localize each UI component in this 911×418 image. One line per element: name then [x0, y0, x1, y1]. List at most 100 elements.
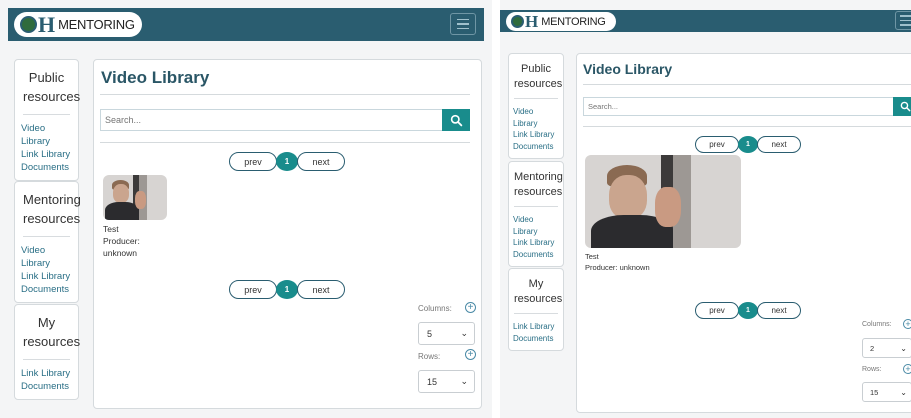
sidebar-my-resources: My resources Link Library Documents [14, 304, 80, 400]
sidebar-link-documents[interactable]: Documents [513, 333, 559, 345]
sidebar-link-documents[interactable]: Documents [21, 283, 72, 296]
plus-circle-icon[interactable]: + [465, 302, 476, 313]
logo-mark: H [511, 12, 538, 32]
rows-value: 15 [427, 376, 438, 387]
hamburger-menu-icon[interactable] [895, 11, 911, 30]
search-icon [900, 101, 910, 112]
search-input[interactable] [100, 109, 442, 131]
grid-controls: Columns: + 2 ⌄ Rows: + 15 ⌄ [857, 316, 911, 412]
view-wide: H MENTORING Public resources Video Libra… [0, 0, 492, 418]
page-title: Video Library [101, 68, 210, 87]
search-button[interactable] [442, 109, 470, 131]
plus-circle-icon[interactable]: + [903, 364, 911, 374]
video-thumbnail[interactable] [585, 155, 741, 248]
columns-label: Columns: [418, 304, 452, 313]
grid-controls: Columns: + 5 ⌄ Rows: + 15 ⌄ [414, 300, 480, 410]
sidebar-mentoring-resources: Mentoring resources Video Library Link L… [14, 181, 81, 303]
columns-select[interactable]: 2 ⌄ [862, 338, 911, 358]
sidebar-link-documents[interactable]: Documents [513, 249, 559, 261]
sidebar-link-video-library[interactable]: Video Library [21, 122, 72, 148]
video-library-panel: Video Library prev 1 next Test Pro [576, 53, 911, 413]
chevron-down-icon: ⌄ [460, 376, 468, 386]
sidebar-my-resources: My resources Link Library Documents [508, 268, 564, 351]
logo-text: MENTORING [541, 15, 606, 28]
prev-button[interactable]: prev [229, 280, 277, 299]
prev-button[interactable]: prev [695, 302, 739, 319]
sidebar-title-my: My resources [23, 305, 80, 360]
pagination-bottom: prev 1 next [695, 302, 801, 319]
video-card[interactable]: Test Producer: unknown [103, 175, 167, 259]
rows-select[interactable]: 15 ⌄ [862, 382, 911, 402]
columns-value: 2 [870, 343, 875, 353]
next-button[interactable]: next [757, 136, 801, 153]
logo-tree-icon [20, 16, 37, 33]
top-navbar: H MENTORING [500, 10, 911, 32]
mentoring-logo[interactable]: H MENTORING [506, 12, 616, 31]
sidebar-link-video-library[interactable]: Video Library [513, 214, 559, 237]
search-divider [100, 142, 470, 143]
prev-button[interactable]: prev [229, 152, 277, 171]
logo-tree-icon [511, 15, 524, 28]
video-library-panel: Video Library prev 1 next Test Pro [93, 59, 482, 409]
chevron-down-icon: ⌄ [900, 343, 907, 353]
plus-circle-icon[interactable]: + [465, 349, 476, 360]
sidebar-link-link-library[interactable]: Link Library [21, 367, 72, 380]
video-title[interactable]: Test [585, 251, 741, 262]
sidebar-link-link-library[interactable]: Link Library [513, 237, 559, 249]
sidebar-link-documents[interactable]: Documents [513, 141, 559, 153]
pagination-bottom: prev 1 next [229, 280, 345, 299]
sidebar-link-link-library[interactable]: Link Library [513, 129, 559, 141]
columns-value: 5 [427, 328, 433, 339]
pagination-top: prev 1 next [229, 152, 345, 171]
title-divider [583, 84, 911, 85]
logo-letter: H [525, 11, 539, 31]
video-card[interactable]: Test Producer: unknown [585, 155, 741, 273]
search-icon [450, 114, 462, 126]
sidebar-title-public: Public resources [514, 54, 562, 99]
video-producer: Producer: unknown [103, 236, 140, 258]
prev-button[interactable]: prev [695, 136, 739, 153]
logo-text: MENTORING [58, 17, 135, 32]
search-input[interactable] [583, 97, 893, 116]
current-page[interactable]: 1 [738, 302, 758, 319]
sidebar-link-documents[interactable]: Documents [21, 380, 72, 393]
chevron-down-icon: ⌄ [900, 387, 907, 397]
video-thumbnail[interactable] [103, 175, 167, 220]
title-divider [100, 94, 470, 95]
sidebar-public-resources: Public resources Video Library Link Libr… [508, 53, 564, 159]
page-title: Video Library [583, 61, 673, 77]
sidebar-title-mentoring: Mentoring resources [23, 182, 81, 237]
sidebar-link-link-library[interactable]: Link Library [513, 321, 559, 333]
next-button[interactable]: next [297, 280, 345, 299]
current-page[interactable]: 1 [738, 136, 758, 153]
current-page[interactable]: 1 [276, 280, 298, 299]
video-title[interactable]: Test [103, 223, 167, 235]
logo-letter: H [38, 11, 56, 37]
logo-mark: H [20, 12, 55, 38]
sidebar-link-link-library[interactable]: Link Library [21, 270, 72, 283]
rows-label: Rows: [418, 352, 441, 361]
search-bar [583, 97, 911, 116]
sidebar-link-link-library[interactable]: Link Library [21, 148, 72, 161]
sidebar-public-resources: Public resources Video Library Link Libr… [14, 59, 80, 181]
sidebar-mentoring-resources: Mentoring resources Video Library Link L… [508, 161, 564, 267]
sidebar-title-my: My resources [514, 269, 562, 314]
sidebar-title-public: Public resources [23, 60, 80, 115]
sidebar-link-video-library[interactable]: Video Library [21, 244, 72, 270]
top-navbar: H MENTORING [8, 8, 484, 41]
search-button[interactable] [893, 97, 911, 116]
sidebar-link-documents[interactable]: Documents [21, 161, 72, 174]
video-producer: Producer: unknown [585, 263, 650, 272]
plus-circle-icon[interactable]: + [903, 319, 911, 329]
hamburger-menu-icon[interactable] [450, 13, 476, 35]
columns-select[interactable]: 5 ⌄ [418, 322, 475, 345]
next-button[interactable]: next [297, 152, 345, 171]
view-zoomed: H MENTORING Public resources Video Libra… [500, 0, 911, 418]
sidebar-link-video-library[interactable]: Video Library [513, 106, 559, 129]
search-bar [100, 109, 470, 131]
next-button[interactable]: next [757, 302, 801, 319]
current-page[interactable]: 1 [276, 152, 298, 171]
mentoring-logo[interactable]: H MENTORING [14, 12, 142, 37]
rows-select[interactable]: 15 ⌄ [418, 370, 475, 393]
rows-label: Rows: [862, 366, 882, 373]
